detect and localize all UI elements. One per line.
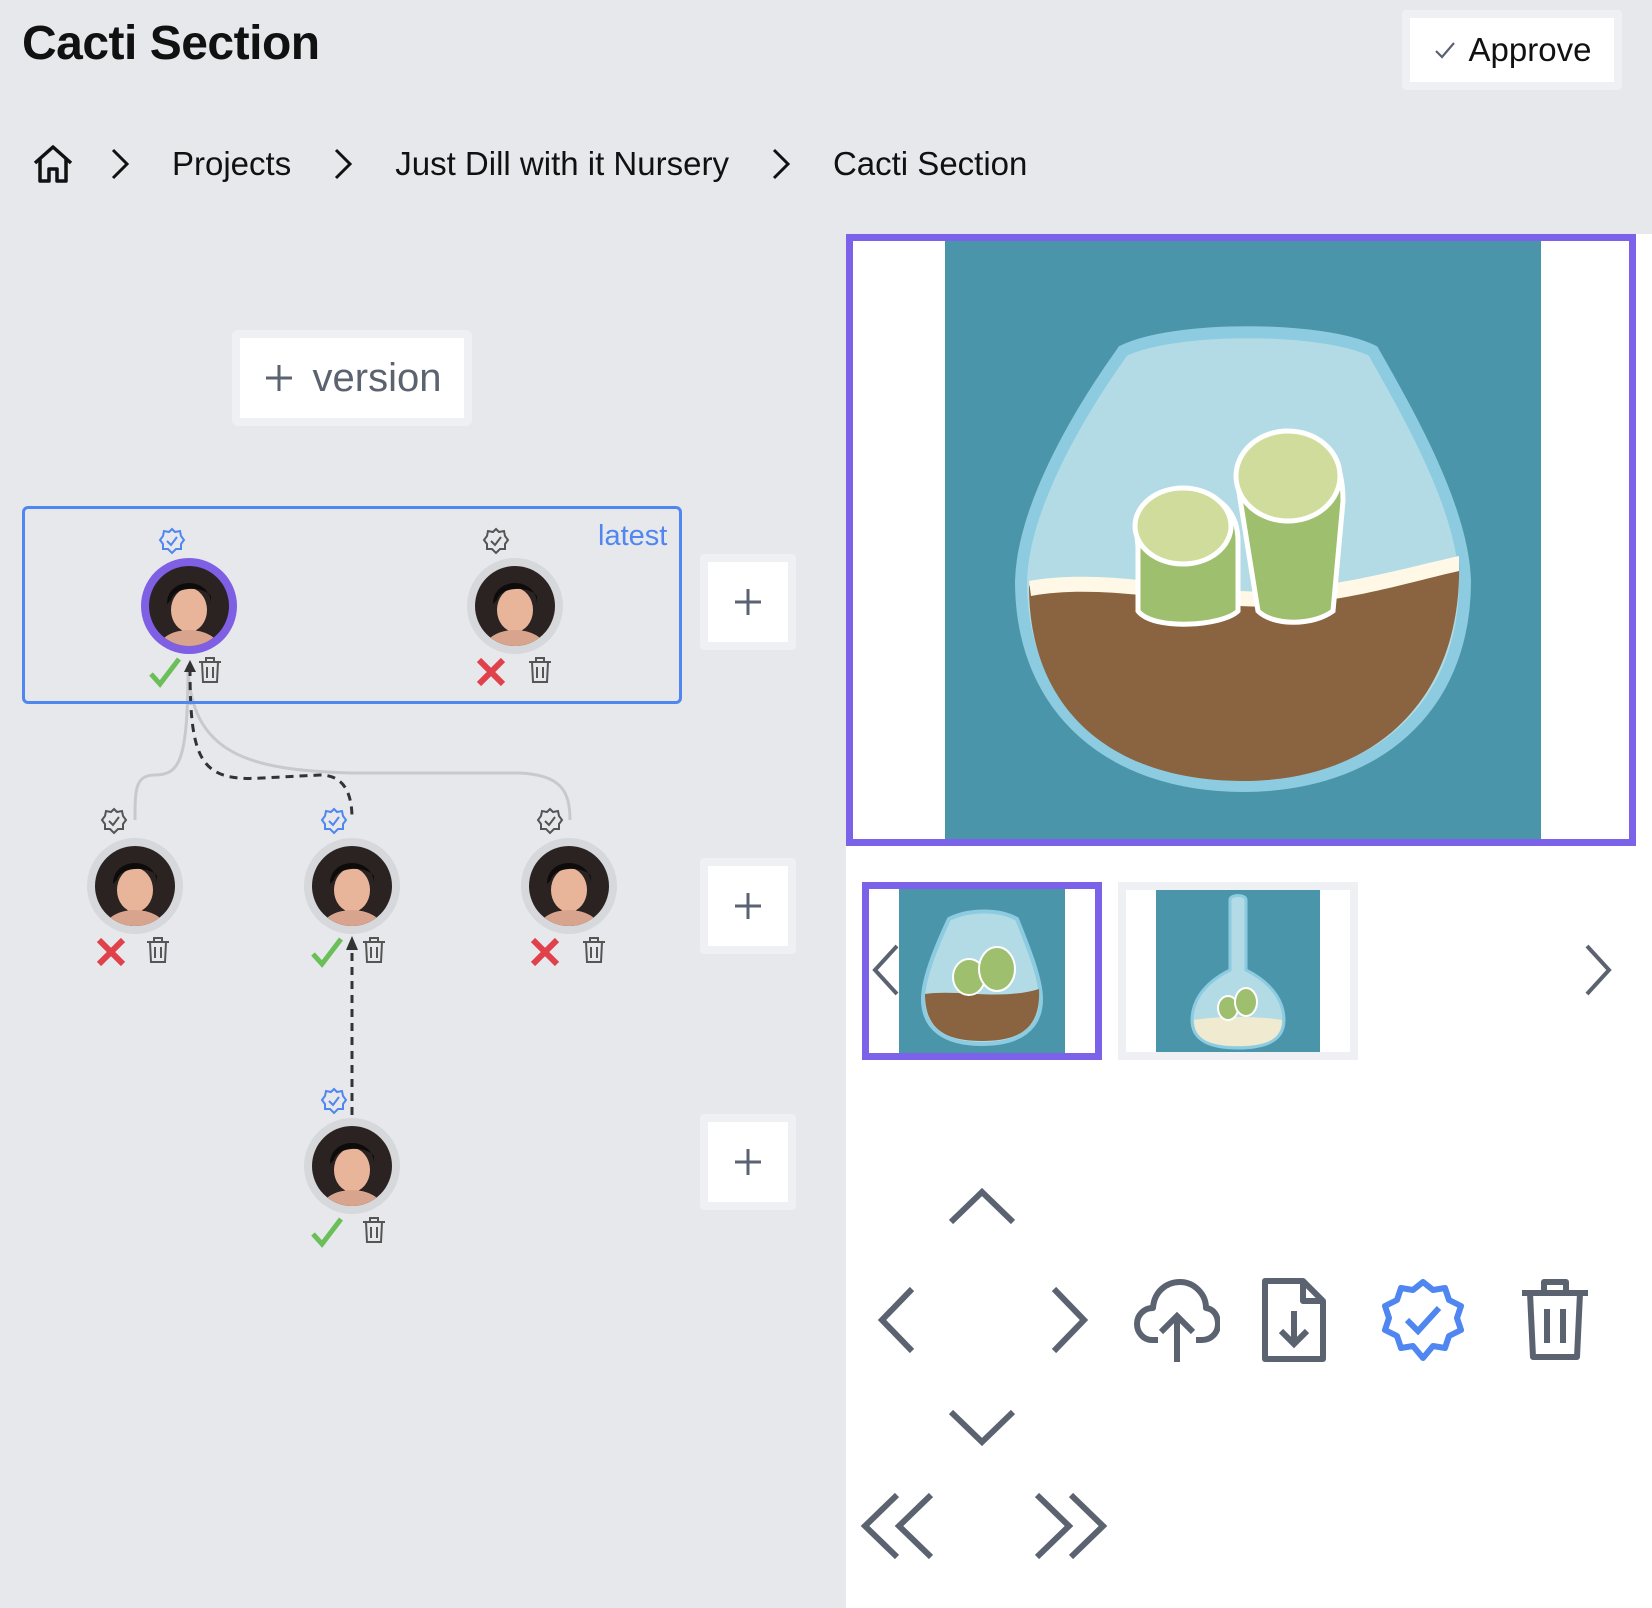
approved-badge-icon[interactable] [320, 1087, 348, 1115]
approved-check-icon [311, 1217, 343, 1248]
approved-badge-icon[interactable] [320, 807, 348, 835]
add-to-row-button[interactable] [700, 554, 796, 650]
main-preview [846, 234, 1636, 846]
approve-label: Approve [1468, 31, 1592, 68]
chevron-left-icon [877, 1286, 915, 1354]
bottle-terrarium-thumbnail-image [1126, 890, 1350, 1052]
version-node[interactable] [304, 838, 400, 934]
file-download-icon [1262, 1278, 1326, 1362]
avatar [529, 846, 609, 926]
chevron-right-icon [1051, 1286, 1089, 1354]
rejected-x-icon [530, 937, 560, 967]
plus-icon [735, 893, 761, 919]
avatar [475, 566, 555, 646]
avatar [312, 1126, 392, 1206]
avatar [149, 566, 229, 646]
chevrons-double-right-icon [1034, 1492, 1108, 1560]
delete-version-button[interactable] [1510, 1270, 1600, 1370]
avatar [312, 846, 392, 926]
trash-icon[interactable] [360, 935, 388, 965]
check-icon [1434, 42, 1455, 59]
trash-icon[interactable] [526, 655, 554, 685]
latest-version-group [22, 506, 682, 704]
thumbnail-2[interactable] [1118, 882, 1358, 1060]
thumbnails-prev-button[interactable] [866, 938, 906, 1002]
approved-check-icon [311, 937, 343, 968]
plus-icon [735, 1149, 761, 1175]
trash-icon[interactable] [144, 935, 172, 965]
version-node[interactable] [141, 558, 237, 654]
move-last-button[interactable] [1026, 1486, 1116, 1566]
rejected-x-icon [96, 937, 126, 967]
approve-button[interactable]: Approve [1402, 10, 1622, 90]
add-to-row-button[interactable] [700, 1114, 796, 1210]
plus-icon [735, 589, 761, 615]
chevrons-double-left-icon [860, 1492, 934, 1560]
chevron-up-icon [948, 1187, 1016, 1225]
trash-icon[interactable] [580, 935, 608, 965]
thumbnails-next-button[interactable] [1578, 938, 1618, 1002]
approved-check-icon [149, 657, 181, 688]
chevron-left-icon [872, 944, 899, 996]
trash-icon[interactable] [360, 1215, 388, 1245]
approved-badge-icon[interactable] [158, 527, 186, 555]
version-node[interactable] [467, 558, 563, 654]
chevron-right-icon [1585, 944, 1612, 996]
move-left-button[interactable] [866, 1280, 926, 1360]
approve-version-button[interactable] [1378, 1270, 1468, 1370]
breadcrumb-cacti-section: Cacti Section [832, 145, 1028, 182]
rejected-x-icon [476, 657, 506, 687]
trash-icon[interactable] [196, 655, 224, 685]
version-node[interactable] [304, 1118, 400, 1214]
badge-check-icon [1382, 1279, 1464, 1361]
move-up-button[interactable] [942, 1176, 1022, 1236]
avatar [95, 846, 175, 926]
move-first-button[interactable] [852, 1486, 942, 1566]
trash-icon [1522, 1279, 1588, 1360]
chevron-down-icon [948, 1409, 1016, 1447]
add-to-row-button[interactable] [700, 858, 796, 954]
approve-badge-icon[interactable] [536, 807, 564, 835]
download-button[interactable] [1254, 1270, 1334, 1370]
version-node[interactable] [87, 838, 183, 934]
move-down-button[interactable] [942, 1398, 1022, 1458]
terrarium-preview-image [853, 241, 1629, 839]
latest-label: latest [598, 520, 668, 552]
upload-button[interactable] [1132, 1270, 1222, 1370]
cloud-upload-icon [1134, 1279, 1220, 1362]
move-right-button[interactable] [1040, 1280, 1100, 1360]
approve-badge-icon[interactable] [100, 807, 128, 835]
approve-badge-icon[interactable] [482, 527, 510, 555]
version-node[interactable] [521, 838, 617, 934]
